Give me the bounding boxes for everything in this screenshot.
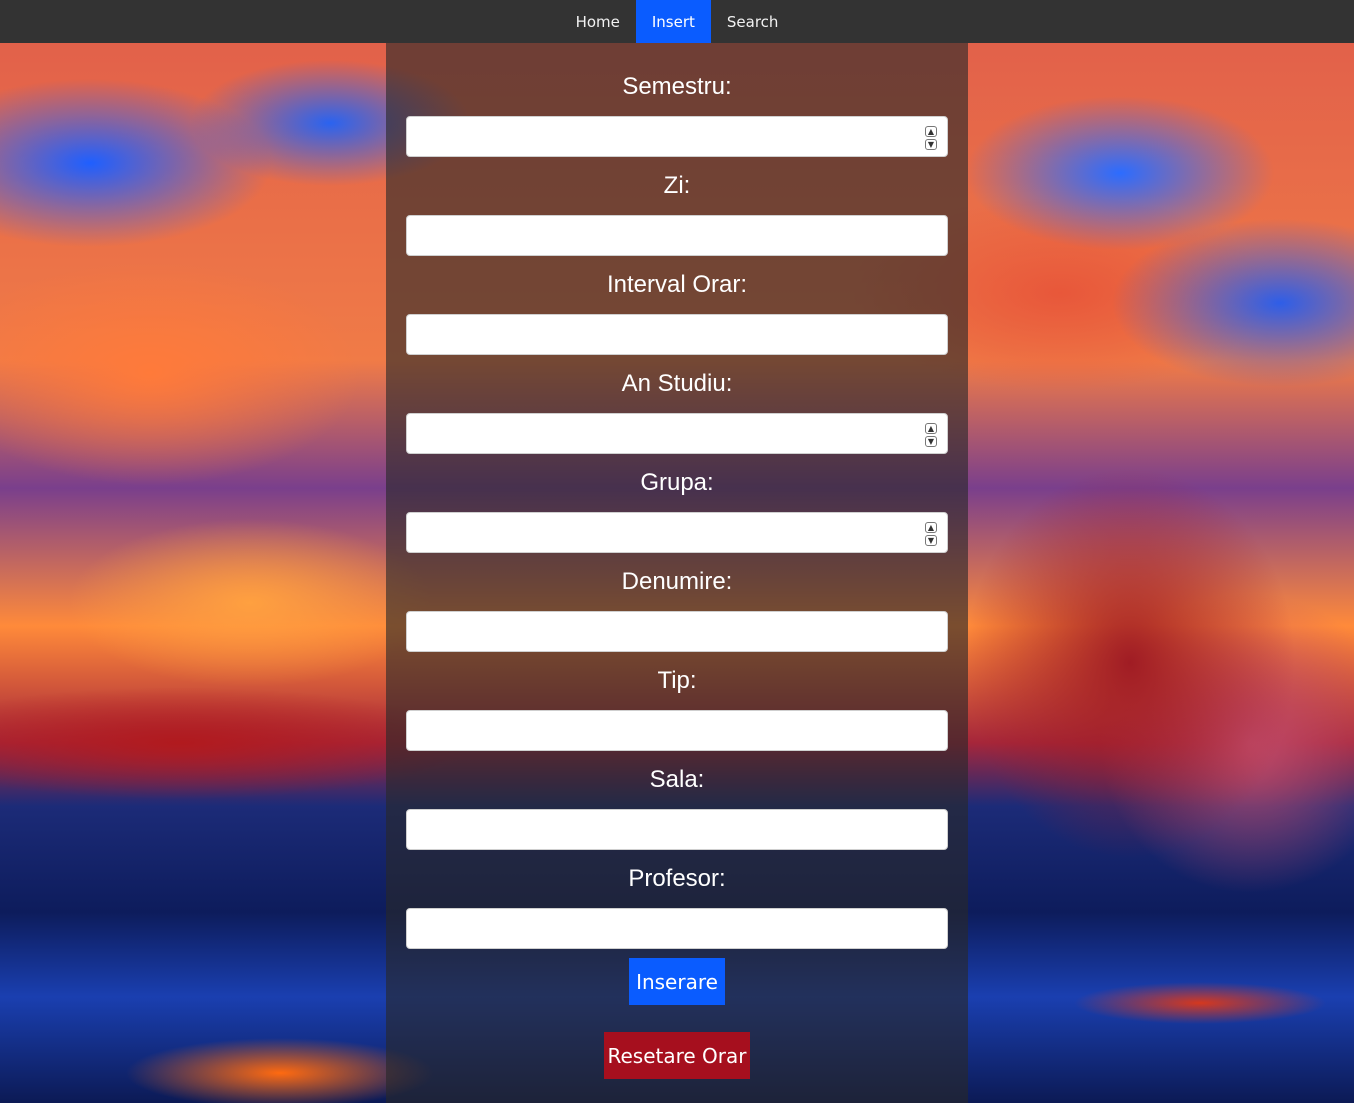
nav-search[interactable]: Search (711, 0, 795, 43)
denumire-label: Denumire: (621, 568, 733, 595)
profesor-label: Profesor: (628, 865, 726, 892)
zi-input[interactable] (406, 215, 948, 256)
an-studiu-label: An Studiu: (621, 370, 733, 397)
stepper-up-icon[interactable]: ▲ (925, 126, 937, 137)
semestru-label: Semestru: (622, 73, 732, 100)
zi-label: Zi: (663, 172, 691, 199)
stepper-up-icon[interactable]: ▲ (925, 423, 937, 434)
resetare-orar-button[interactable]: Resetare Orar (604, 1032, 750, 1079)
inserare-button[interactable]: Inserare (629, 958, 725, 1005)
an-studiu-input[interactable]: ▲ ▼ (406, 413, 948, 454)
stepper-down-icon[interactable]: ▼ (925, 535, 937, 546)
stepper-down-icon[interactable]: ▼ (925, 436, 937, 447)
stepper-up-icon[interactable]: ▲ (925, 522, 937, 533)
nav-insert[interactable]: Insert (635, 0, 711, 43)
tip-input[interactable] (406, 710, 948, 751)
grupa-stepper[interactable]: ▲ ▼ (925, 522, 937, 546)
grupa-label: Grupa: (640, 469, 714, 496)
grupa-input[interactable]: ▲ ▼ (406, 512, 948, 553)
interval-orar-label: Interval Orar: (606, 271, 748, 298)
denumire-input[interactable] (406, 611, 948, 652)
nav-home[interactable]: Home (560, 0, 636, 43)
stepper-down-icon[interactable]: ▼ (925, 139, 937, 150)
tip-label: Tip: (657, 667, 697, 694)
interval-orar-input[interactable] (406, 314, 948, 355)
top-navigation: Home Insert Search (0, 0, 1354, 43)
sala-label: Sala: (649, 766, 705, 793)
insert-form-panel: Semestru: ▲ ▼ Zi: Interval Orar: An Stud… (386, 43, 968, 1103)
semestru-input[interactable]: ▲ ▼ (406, 116, 948, 157)
an-studiu-stepper[interactable]: ▲ ▼ (925, 423, 937, 447)
semestru-stepper[interactable]: ▲ ▼ (925, 126, 937, 150)
profesor-input[interactable] (406, 908, 948, 949)
sala-input[interactable] (406, 809, 948, 850)
